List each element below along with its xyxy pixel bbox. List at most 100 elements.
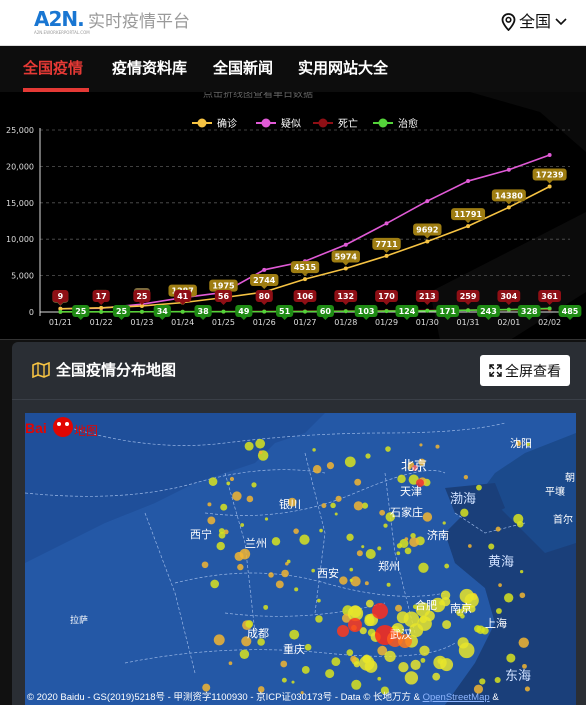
case-marker[interactable] [356,550,363,557]
legend-marker[interactable] [197,118,207,128]
case-marker[interactable] [229,476,235,482]
case-marker[interactable] [419,645,430,656]
legend-marker[interactable] [261,118,271,128]
series-point[interactable] [506,205,511,210]
case-marker[interactable] [251,482,257,488]
case-marker[interactable] [294,587,299,592]
case-marker[interactable] [234,551,244,561]
case-marker[interactable] [263,604,269,610]
series-point[interactable] [466,224,471,229]
series-point[interactable] [384,309,389,314]
series-point[interactable] [262,309,267,314]
case-marker[interactable] [364,581,369,586]
case-marker[interactable] [365,599,374,608]
case-marker[interactable] [396,551,401,556]
case-marker[interactable] [319,528,323,533]
case-marker[interactable] [346,649,354,656]
case-marker[interactable] [255,438,266,449]
case-marker[interactable] [397,474,406,484]
case-marker[interactable] [420,657,426,663]
legend-label[interactable]: 治愈 [398,117,418,130]
case-marker[interactable] [432,672,441,681]
case-marker[interactable] [349,567,354,572]
case-marker[interactable] [264,517,269,521]
case-marker[interactable] [435,444,440,449]
series-point[interactable] [139,309,144,314]
case-marker[interactable] [349,578,353,582]
case-marker[interactable] [337,625,349,637]
case-marker[interactable] [232,491,242,501]
case-marker[interactable] [275,580,284,589]
case-marker[interactable] [299,534,310,545]
tab-national-epidemic[interactable]: 全国疫情 [23,58,83,78]
case-marker[interactable] [379,509,386,516]
case-marker[interactable] [226,481,231,486]
case-marker[interactable] [359,655,375,671]
case-marker[interactable] [353,661,360,668]
case-marker[interactable] [216,541,225,551]
case-marker[interactable] [409,537,419,547]
case-marker[interactable] [463,475,469,480]
case-marker[interactable] [246,495,254,503]
case-marker[interactable] [346,533,354,541]
case-marker[interactable] [339,576,348,585]
case-marker[interactable] [404,537,409,541]
case-marker[interactable] [350,655,357,663]
case-marker[interactable] [384,650,396,663]
series-point[interactable] [58,309,63,314]
case-marker[interactable] [442,620,452,630]
epidemic-map[interactable]: 沈阳 北京 天津 石家庄 银川 兰州 西宁 济南 渤海 黄海 西安 郑州 合肥 … [25,413,576,705]
case-marker[interactable] [240,523,245,527]
case-marker[interactable] [348,618,362,632]
case-marker[interactable] [479,678,486,685]
region-selector[interactable]: 全国 [501,11,570,33]
series-point[interactable] [99,305,104,310]
series-point[interactable] [180,309,185,314]
case-marker[interactable] [207,502,212,507]
series-point[interactable] [343,309,348,314]
case-marker[interactable] [208,477,218,486]
case-marker[interactable] [442,521,446,525]
case-marker[interactable] [220,503,228,511]
case-marker[interactable] [513,513,524,524]
series-point[interactable] [466,179,471,184]
case-marker[interactable] [444,563,450,569]
case-marker[interactable] [218,528,225,534]
case-marker[interactable] [361,545,365,549]
case-marker[interactable] [458,642,475,659]
case-marker[interactable] [410,659,421,670]
series-point[interactable] [221,309,226,314]
case-marker[interactable] [488,543,495,550]
trend-chart[interactable]: 点击折线图查看单日数据 0 5,000 10,000 15,000 20,000 25,0… [0,92,586,340]
case-marker[interactable] [494,676,501,684]
series-point[interactable] [506,167,511,172]
case-marker[interactable] [476,625,485,635]
series-point[interactable] [547,184,552,189]
case-marker[interactable] [418,562,429,573]
case-marker[interactable] [207,516,216,525]
baidu-logo[interactable]: Bai 地图 [25,413,103,443]
openstreetmap-link[interactable]: OpenStreetMap [423,692,490,703]
case-marker[interactable] [395,604,402,612]
case-marker[interactable] [334,512,338,516]
series-point[interactable] [425,239,430,244]
case-marker[interactable] [506,653,516,663]
trend-chart-svg[interactable]: 点击折线图查看单日数据 0 5,000 10,000 15,000 20,000 25,0… [0,92,586,340]
case-marker[interactable] [344,456,356,468]
series-point[interactable] [506,307,511,312]
case-marker[interactable] [386,582,391,587]
case-marker[interactable] [280,660,288,668]
case-marker[interactable] [330,502,336,509]
case-marker[interactable] [291,680,295,684]
case-marker[interactable] [419,443,423,447]
case-marker[interactable] [433,655,447,670]
case-marker[interactable] [289,629,300,640]
series-point[interactable] [303,277,307,282]
case-marker[interactable] [468,544,472,548]
case-marker[interactable] [403,611,420,628]
site-logo[interactable]: A2N. A2N.EWORKERPORTAL.COM [34,8,90,38]
legend-label[interactable]: 确诊 [217,117,237,130]
series-point[interactable] [425,199,430,204]
case-marker[interactable] [326,462,335,470]
case-marker[interactable] [202,683,211,692]
